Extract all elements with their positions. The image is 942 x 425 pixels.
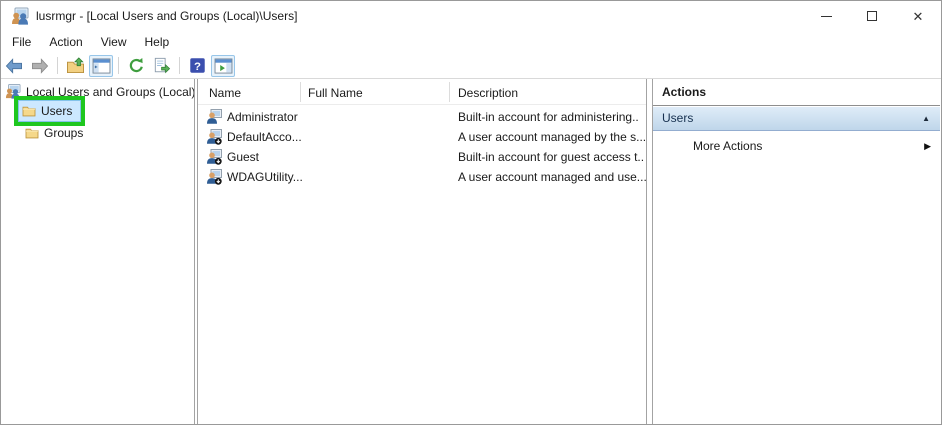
user-list-pane: Name Full Name Description Administrator…	[198, 79, 647, 424]
highlight-annotation: Users	[14, 96, 85, 126]
user-row-administrator[interactable]: Administrator Built-in account for admin…	[198, 107, 646, 127]
window-controls: ✕	[803, 1, 941, 31]
actions-group-users[interactable]: Users ▲	[653, 107, 940, 131]
tree-item-groups[interactable]: Groups	[25, 126, 83, 140]
pane-divider[interactable]	[194, 79, 195, 424]
tree-item-users-label: Users	[41, 104, 73, 118]
console-tree-pane: Local Users and Groups (Local) Users Gro…	[1, 79, 195, 424]
column-header-full-name[interactable]: Full Name	[308, 86, 363, 100]
refresh-button[interactable]	[124, 55, 148, 77]
menu-help[interactable]: Help	[136, 32, 179, 52]
title-bar: lusrmgr - [Local Users and Groups (Local…	[1, 1, 941, 31]
console-tree-icon	[92, 57, 110, 74]
back-icon	[5, 57, 22, 74]
tree-item-groups-label: Groups	[44, 126, 84, 140]
column-header-description[interactable]: Description	[458, 86, 518, 100]
action-pane-icon	[214, 57, 232, 74]
user-description: Built-in account for administering..	[458, 110, 639, 124]
minimize-icon	[820, 15, 832, 17]
user-name: DefaultAcco...	[227, 130, 302, 144]
show-action-pane-button[interactable]	[211, 54, 235, 77]
actions-group-label: Users	[662, 111, 694, 125]
menu-view[interactable]: View	[92, 32, 136, 52]
tree-item-users[interactable]: Users	[18, 100, 81, 122]
submenu-arrow-icon: ▶	[924, 141, 931, 151]
toolbar: ?	[1, 53, 941, 78]
user-description: Built-in account for guest access t..	[458, 150, 645, 164]
forward-icon	[32, 57, 49, 74]
export-list-button[interactable]	[150, 55, 174, 77]
toolbar-separator	[179, 57, 180, 74]
user-description: A user account managed by the s...	[458, 130, 647, 144]
minimize-button[interactable]	[803, 1, 849, 31]
menu-file[interactable]: File	[3, 32, 40, 52]
close-button[interactable]: ✕	[895, 1, 941, 31]
toolbar-separator	[57, 57, 58, 74]
up-one-level-button[interactable]	[63, 55, 87, 77]
back-button[interactable]	[2, 55, 26, 77]
column-resize-handle[interactable]	[449, 82, 450, 102]
show-console-tree-button[interactable]	[89, 54, 113, 77]
pane-divider[interactable]	[646, 79, 647, 424]
user-disabled-icon	[207, 149, 222, 165]
actions-pane: Actions Users ▲ More Actions ▶	[653, 79, 940, 424]
close-icon: ✕	[912, 8, 924, 24]
user-row-wdagutility[interactable]: WDAGUtility... A user account managed an…	[198, 167, 647, 187]
app-window: lusrmgr - [Local Users and Groups (Local…	[0, 0, 942, 425]
column-header-name[interactable]: Name	[209, 86, 241, 100]
user-row-defaultaccount[interactable]: DefaultAcco... A user account managed by…	[198, 127, 646, 147]
user-icon	[207, 109, 222, 124]
user-row-guest[interactable]: Guest Built-in account for guest access …	[198, 147, 646, 167]
more-actions-label: More Actions	[693, 139, 763, 153]
user-name: Guest	[227, 150, 260, 164]
folder-icon	[22, 106, 36, 117]
export-list-icon	[154, 57, 171, 74]
window-title: lusrmgr - [Local Users and Groups (Local…	[36, 9, 298, 23]
up-folder-icon	[66, 57, 84, 74]
user-disabled-icon	[207, 129, 222, 145]
forward-button[interactable]	[28, 55, 52, 77]
actions-pane-title: Actions	[653, 79, 940, 106]
list-column-header: Name Full Name Description	[198, 79, 646, 105]
refresh-icon	[129, 58, 143, 73]
menu-bar: File Action View Help	[1, 31, 941, 53]
toolbar-separator	[118, 57, 119, 74]
user-name: WDAGUtility...	[227, 170, 303, 184]
user-disabled-icon	[207, 169, 222, 185]
maximize-icon	[867, 11, 877, 21]
svg-text:?: ?	[193, 61, 200, 73]
user-description: A user account managed and use...	[458, 170, 647, 184]
more-actions-item[interactable]: More Actions ▶	[653, 135, 940, 157]
help-button[interactable]: ?	[185, 55, 209, 77]
user-name: Administrator	[227, 110, 298, 124]
menu-action[interactable]: Action	[40, 32, 91, 52]
folder-icon	[25, 128, 39, 139]
collapse-chevron-icon[interactable]: ▲	[922, 107, 930, 130]
lusrmgr-app-icon	[12, 7, 29, 25]
help-icon: ?	[189, 58, 205, 73]
column-resize-handle[interactable]	[300, 82, 301, 102]
maximize-button[interactable]	[849, 1, 895, 31]
